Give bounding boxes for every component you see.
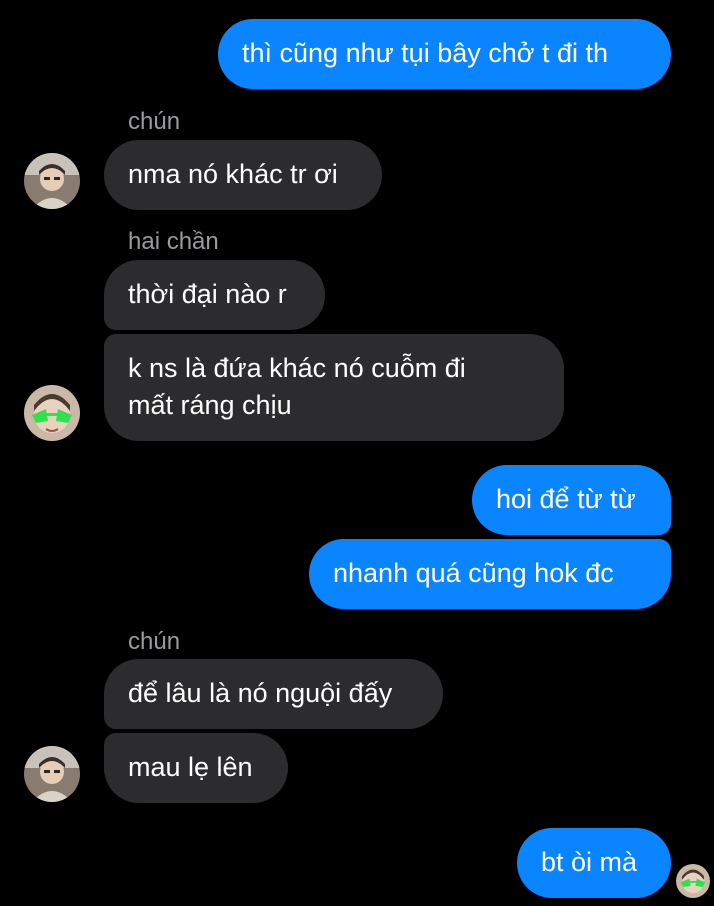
outgoing-message[interactable]: hoi để từ từ: [472, 465, 671, 535]
incoming-message[interactable]: k ns là đứa khác nó cuỗm đi mất ráng chị…: [104, 334, 564, 441]
avatar[interactable]: [24, 385, 80, 441]
incoming-message[interactable]: thời đại nào r: [104, 260, 325, 330]
message-text: nma nó khác tr ơi: [128, 159, 338, 189]
message-text: bt òi mà: [541, 847, 638, 877]
message-text-line: mất ráng chịu: [128, 390, 292, 420]
read-receipt-avatar: [676, 864, 710, 898]
incoming-message[interactable]: mau lẹ lên: [104, 733, 288, 803]
sender-name: hai chần: [128, 228, 219, 255]
message-text: mau lẹ lên: [128, 752, 253, 782]
outgoing-message[interactable]: nhanh quá cũng hok đc: [309, 539, 671, 609]
avatar[interactable]: [24, 153, 80, 209]
message-text-line: k ns là đứa khác nó cuỗm đi: [128, 353, 466, 383]
incoming-message[interactable]: để lâu là nó nguội đấy: [104, 659, 443, 729]
outgoing-message[interactable]: bt òi mà: [517, 828, 671, 898]
message-text: hoi để từ từ: [496, 484, 636, 514]
sender-name: chún: [128, 108, 181, 135]
message-thread[interactable]: thì cũng như tụi bây chở t đi th chún nm…: [0, 0, 714, 906]
avatar[interactable]: [24, 746, 80, 802]
outgoing-message[interactable]: thì cũng như tụi bây chở t đi th: [218, 19, 671, 89]
message-text: thời đại nào r: [128, 279, 287, 309]
incoming-message[interactable]: nma nó khác tr ơi: [104, 140, 382, 210]
message-text: để lâu là nó nguội đấy: [128, 678, 393, 708]
message-text: nhanh quá cũng hok đc: [333, 558, 614, 588]
sender-name: chún: [128, 628, 181, 655]
message-text: thì cũng như tụi bây chở t đi th: [242, 38, 608, 68]
